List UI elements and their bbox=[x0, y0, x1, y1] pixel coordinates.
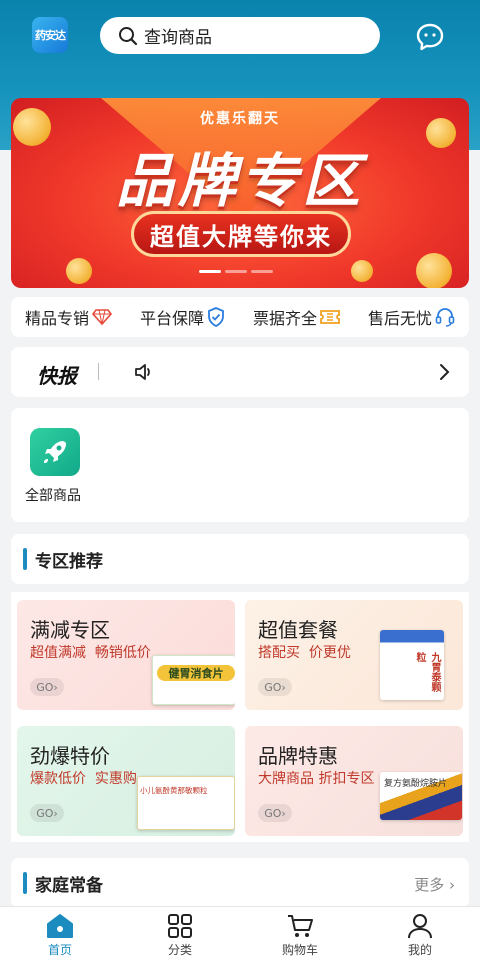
family-section-header: 家庭常备 更多 › bbox=[11, 858, 469, 908]
more-link[interactable]: 更多 › bbox=[414, 874, 455, 895]
section-title: 专区推荐 bbox=[35, 552, 103, 572]
zone-card-discount[interactable]: 满减专区 超值满减 畅销低价 GO › 健胃消食片 bbox=[17, 600, 235, 710]
banner-title: 品牌专区 bbox=[115, 147, 364, 215]
zone-card-grid: 满减专区 超值满减 畅销低价 GO › 健胃消食片 超值套餐 搭配买 价更优 GO… bbox=[11, 592, 469, 842]
user-icon bbox=[408, 914, 432, 939]
product-image: 复方氨酚烷胺片 bbox=[380, 772, 462, 820]
card-desc: 大牌商品 折扣专区 bbox=[258, 771, 375, 787]
go-button[interactable]: GO › bbox=[30, 678, 64, 696]
card-desc: 爆款低价 实惠购 bbox=[30, 771, 137, 787]
grid-icon bbox=[168, 914, 192, 938]
tab-label: 分类 bbox=[167, 943, 192, 957]
product-label: 小儿氨酚黄那敏颗粒 bbox=[140, 786, 208, 795]
card-desc: 超值满减 畅销低价 bbox=[30, 645, 151, 661]
feature-label: 精品专销 bbox=[24, 309, 89, 328]
feature-strip: 精品专销 平台保障 票据齐全 售后无忧 bbox=[11, 297, 469, 337]
coin-decoration bbox=[66, 258, 92, 284]
banner-subtitle: 优惠乐翻天 bbox=[200, 111, 280, 127]
promo-banner[interactable]: 优惠乐翻天 品牌专区 超值大牌等你来 bbox=[11, 98, 469, 288]
search-bar[interactable]: 查询商品 bbox=[100, 17, 380, 54]
go-button[interactable]: GO › bbox=[258, 678, 292, 696]
product-image: 小儿氨酚黄那敏颗粒 bbox=[137, 776, 235, 830]
category-label: 全部商品 bbox=[25, 488, 81, 504]
logo-text: 药安达 bbox=[35, 29, 66, 42]
tab-label: 购物车 bbox=[281, 943, 318, 957]
section-title: 家庭常备 bbox=[35, 876, 103, 896]
ticket-icon bbox=[320, 310, 340, 324]
tab-cart[interactable]: 购物车 bbox=[240, 907, 360, 968]
card-title: 品牌特惠 bbox=[258, 744, 338, 768]
divider bbox=[98, 363, 99, 380]
tab-home[interactable]: 首页 bbox=[0, 907, 120, 968]
zone-card-combo[interactable]: 超值套餐 搭配买 价更优 GO › 九胃泰颗粒 bbox=[245, 600, 463, 710]
feature-label: 票据齐全 bbox=[252, 309, 317, 328]
tab-label: 我的 bbox=[407, 943, 432, 957]
bottom-tab-bar: 首页 分类 购物车 我的 bbox=[0, 906, 480, 968]
banner-slogan: 超值大牌等你来 bbox=[131, 211, 351, 257]
card-title: 超值套餐 bbox=[258, 618, 338, 642]
tab-category[interactable]: 分类 bbox=[120, 907, 240, 968]
tab-label: 首页 bbox=[47, 943, 72, 957]
coin-decoration bbox=[416, 253, 452, 288]
category-item-all[interactable] bbox=[30, 428, 80, 476]
diamond-icon bbox=[92, 309, 112, 326]
card-title: 劲爆特价 bbox=[30, 744, 110, 768]
news-label: 快报 bbox=[37, 364, 77, 388]
carousel-indicator bbox=[199, 270, 273, 273]
go-button[interactable]: GO › bbox=[30, 804, 64, 822]
feature-label: 平台保障 bbox=[139, 309, 204, 328]
app-logo[interactable]: 药安达 bbox=[32, 17, 68, 53]
cart-icon bbox=[288, 915, 313, 937]
chevron-right-icon[interactable] bbox=[437, 362, 451, 382]
product-image: 健胃消食片 bbox=[152, 655, 235, 705]
section-accent-bar bbox=[23, 548, 27, 570]
zone-card-special[interactable]: 劲爆特价 爆款低价 实惠购 GO › 小儿氨酚黄那敏颗粒 bbox=[17, 726, 235, 836]
product-label: 健胃消食片 bbox=[157, 665, 235, 681]
shield-check-icon bbox=[208, 307, 224, 327]
search-icon bbox=[119, 26, 138, 45]
feature-item: 票据齐全 bbox=[253, 305, 340, 329]
go-button[interactable]: GO › bbox=[258, 804, 292, 822]
section-accent-bar bbox=[23, 872, 27, 894]
speaker-icon bbox=[135, 364, 150, 380]
tab-mine[interactable]: 我的 bbox=[360, 907, 480, 968]
search-placeholder: 查询商品 bbox=[144, 28, 212, 48]
home-icon bbox=[47, 914, 73, 938]
rocket-icon bbox=[43, 441, 67, 464]
zone-card-brand[interactable]: 品牌特惠 大牌商品 折扣专区 GO › 复方氨酚烷胺片 bbox=[245, 726, 463, 836]
zone-section-header: 专区推荐 bbox=[11, 534, 469, 584]
headset-icon bbox=[435, 308, 455, 327]
news-ticker[interactable]: 快报 bbox=[11, 347, 469, 397]
feature-item: 售后无忧 bbox=[368, 305, 455, 329]
feature-label: 售后无忧 bbox=[367, 309, 432, 328]
chat-bubble-icon[interactable] bbox=[415, 22, 445, 52]
coin-decoration bbox=[351, 260, 373, 282]
category-panel: 全部商品 bbox=[11, 408, 469, 522]
feature-item: 精品专销 bbox=[25, 305, 112, 329]
product-label: 九胃泰颗粒 bbox=[414, 652, 440, 692]
card-desc: 搭配买 价更优 bbox=[258, 645, 351, 661]
product-label: 复方氨酚烷胺片 bbox=[384, 779, 448, 789]
feature-item: 平台保障 bbox=[140, 305, 225, 329]
product-image: 九胃泰颗粒 bbox=[380, 630, 444, 700]
card-title: 满减专区 bbox=[30, 618, 110, 642]
